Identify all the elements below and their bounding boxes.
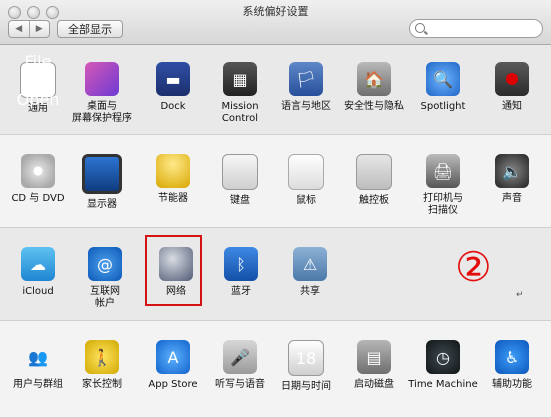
window-title: 系统偏好设置 <box>242 5 309 18</box>
pane-language-region[interactable]: 🏳 语言与地区 <box>270 62 342 113</box>
pane-label: Time Machine <box>408 379 478 390</box>
mouse-icon <box>288 154 324 190</box>
pane-label: 启动磁盘 <box>354 379 394 390</box>
energy-saver-icon <box>156 154 190 188</box>
cd-dvd-icon <box>21 154 55 188</box>
notifications-icon <box>495 62 529 96</box>
pane-startup-disk[interactable]: ▤ 启动磁盘 <box>338 340 410 391</box>
search-field[interactable] <box>409 19 543 38</box>
show-all-button[interactable]: 全部显示 <box>57 20 123 38</box>
pane-label: 触控板 <box>359 195 389 206</box>
pane-sound[interactable]: 🔈 声音 <box>476 154 548 205</box>
pane-label: App Store <box>148 379 198 390</box>
pane-users-groups[interactable]: 👥 用户与群组 <box>2 340 74 391</box>
printers-scanners-icon: 🖨 <box>426 154 460 188</box>
pane-notifications[interactable]: 通知 <box>476 62 548 113</box>
pane-sharing[interactable]: ⚠ 共享 <box>274 247 346 298</box>
pane-mouse[interactable]: 鼠标 <box>270 154 342 207</box>
displays-icon <box>82 154 122 194</box>
back-button[interactable]: ◀ <box>9 21 29 37</box>
pane-label: Mission Control <box>221 101 259 124</box>
pane-bluetooth[interactable]: ᛒ 蓝牙 <box>205 247 277 298</box>
language-region-icon: 🏳 <box>289 62 323 96</box>
pane-label: CD 与 DVD <box>11 193 65 204</box>
pane-label: iCloud <box>22 286 54 297</box>
return-mark: ↵ <box>516 290 524 300</box>
parental-controls-icon: 🚶 <box>85 340 119 374</box>
pane-security-privacy[interactable]: 🏠 安全性与隐私 <box>338 62 410 113</box>
pane-label: 通知 <box>502 101 522 112</box>
desktop-screensaver-icon <box>85 62 119 96</box>
search-icon <box>415 23 425 33</box>
pane-printers-scanners[interactable]: 🖨 打印机与 扫描仪 <box>407 154 479 217</box>
pane-label: 桌面与 屏幕保护程序 <box>72 101 132 124</box>
pane-energy-saver[interactable]: 节能器 <box>137 154 209 205</box>
pane-label: 安全性与隐私 <box>344 101 404 112</box>
dock-icon: ▬ <box>156 62 190 96</box>
pane-date-time[interactable]: 18 日期与时间 <box>270 340 342 393</box>
history-nav: ◀ ▶ <box>8 20 50 38</box>
pane-dictation-speech[interactable]: 🎤 听写与语音 <box>204 340 276 391</box>
pane-label: 节能器 <box>158 193 188 204</box>
system-preferences-window: 系统偏好设置 ◀ ▶ 全部显示 File New Open通用桌面与 屏幕保护程… <box>0 0 551 418</box>
pane-label: 共享 <box>300 286 320 297</box>
pane-spotlight[interactable]: 🔍 Spotlight <box>407 62 479 113</box>
app-store-icon: A <box>156 340 190 374</box>
mission-control-icon: ▦ <box>223 62 257 96</box>
general-icon: File New Open <box>17 52 60 109</box>
pane-icloud[interactable]: ☁ iCloud <box>2 247 74 298</box>
icloud-icon: ☁ <box>21 247 55 281</box>
pane-accessibility[interactable]: ♿ 辅助功能 <box>476 340 548 391</box>
pane-time-machine[interactable]: ◷ Time Machine <box>407 340 479 391</box>
internet-accounts-icon: @ <box>88 247 122 281</box>
dictation-speech-icon: 🎤 <box>223 340 257 374</box>
keyboard-icon <box>222 154 258 190</box>
pane-label: 听写与语音 <box>215 379 265 390</box>
pane-label: Dock <box>160 101 186 112</box>
pane-label: 家长控制 <box>82 379 122 390</box>
pane-mission-control[interactable]: ▦ Mission Control <box>204 62 276 125</box>
pane-label: Spotlight <box>420 101 466 112</box>
security-privacy-icon: 🏠 <box>357 62 391 96</box>
users-groups-icon: 👥 <box>28 347 48 367</box>
pane-general[interactable]: File New Open通用 <box>2 52 74 115</box>
pane-label: 声音 <box>502 193 522 204</box>
pane-label: 语言与地区 <box>281 101 331 112</box>
pane-label: 鼠标 <box>296 195 316 206</box>
pane-keyboard[interactable]: 键盘 <box>204 154 276 207</box>
search-input[interactable] <box>427 21 537 36</box>
pane-dock[interactable]: ▬ Dock <box>137 62 209 113</box>
pane-label: 用户与群组 <box>13 379 63 390</box>
spotlight-icon: 🔍 <box>426 62 460 96</box>
trackpad-icon <box>356 154 392 190</box>
sound-icon: 🔈 <box>495 154 529 188</box>
pane-label: 打印机与 扫描仪 <box>423 193 463 216</box>
pane-label: 互联网 帐户 <box>90 286 120 309</box>
startup-disk-icon: ▤ <box>357 340 391 374</box>
step-annotation: ② <box>455 243 492 291</box>
network-highlight-box <box>145 235 202 306</box>
pane-label: 蓝牙 <box>231 286 251 297</box>
forward-button[interactable]: ▶ <box>28 21 50 37</box>
pane-parental-controls[interactable]: 🚶 家长控制 <box>66 340 138 391</box>
pane-label: 辅助功能 <box>492 379 532 390</box>
pane-app-store[interactable]: A App Store <box>137 340 209 391</box>
time-machine-icon: ◷ <box>426 340 460 374</box>
bluetooth-icon: ᛒ <box>224 247 258 281</box>
pane-cd-dvd[interactable]: CD 与 DVD <box>2 154 74 205</box>
accessibility-icon: ♿ <box>495 340 529 374</box>
date-time-icon: 18 <box>288 340 324 376</box>
pane-trackpad[interactable]: 触控板 <box>338 154 410 207</box>
pane-label: 日期与时间 <box>281 381 331 392</box>
pane-displays[interactable]: 显示器 <box>66 154 138 211</box>
pane-label: 键盘 <box>230 195 250 206</box>
pane-label: 显示器 <box>87 199 117 210</box>
pane-internet-accounts[interactable]: @ 互联网 帐户 <box>69 247 141 310</box>
title-bar: 系统偏好设置 ◀ ▶ 全部显示 <box>0 0 551 45</box>
pane-desktop-screensaver[interactable]: 桌面与 屏幕保护程序 <box>66 62 138 125</box>
sharing-icon: ⚠ <box>293 247 327 281</box>
